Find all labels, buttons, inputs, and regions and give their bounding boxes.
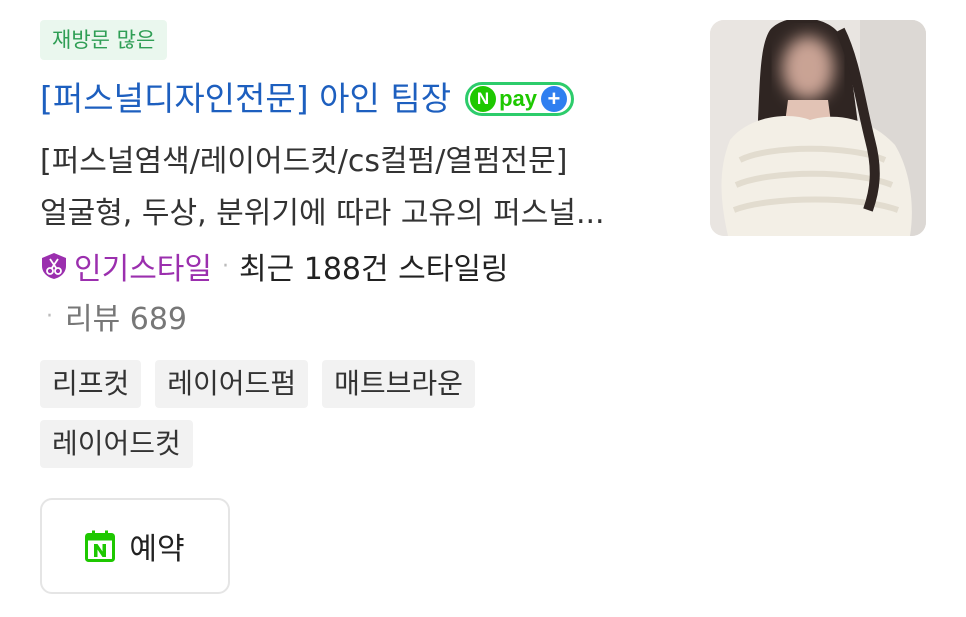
tag-chip[interactable]: 레이어드컷 — [40, 420, 193, 468]
review-row: · 리뷰 689 — [46, 292, 187, 340]
revisit-badge: 재방문 많은 — [40, 20, 168, 60]
separator-dot: · — [46, 303, 53, 329]
npay-plus-icon: N pay + — [465, 82, 574, 116]
npay-text: pay — [499, 86, 537, 111]
review-count[interactable]: 리뷰 689 — [65, 294, 187, 338]
naver-calendar-icon — [85, 530, 116, 562]
plus-icon: + — [540, 86, 567, 112]
npay-n-mark: N — [470, 86, 497, 112]
separator-dot: · — [222, 253, 229, 279]
reserve-button[interactable]: 예약 — [40, 498, 230, 594]
shop-title-link[interactable]: [퍼스널디자인전문] 아인 팀장 — [40, 74, 451, 124]
tag-chip[interactable]: 매트브라운 — [322, 360, 475, 408]
tag-chip[interactable]: 레이어드펌 — [155, 360, 309, 408]
shop-thumbnail-image[interactable] — [710, 20, 926, 236]
reserve-label: 예약 — [129, 532, 185, 567]
style-tags: 리프컷 레이어드펌 매트브라운 레이어드컷 — [40, 360, 600, 468]
recent-styling-count: 최근 188건 스타일링 — [239, 252, 509, 287]
tag-chip[interactable]: 리프컷 — [40, 360, 142, 408]
popular-style-label: 인기스타일 — [74, 252, 212, 287]
description-line-2: 얼굴형, 두상, 분위기에 따라 고유의 퍼스널... — [40, 196, 605, 231]
scissors-shield-icon — [42, 253, 66, 279]
title-row: [퍼스널디자인전문] 아인 팀장 N pay + — [40, 74, 574, 124]
stats-row: 인기스타일 · 최근 188건 스타일링 — [40, 242, 509, 290]
stylist-photo — [710, 20, 926, 236]
shop-description: [퍼스널염색/레이어드컷/cs컬펌/열펌전문] 얼굴형, 두상, 분위기에 따라… — [40, 136, 680, 240]
description-line-1: [퍼스널염색/레이어드컷/cs컬펌/열펌전문] — [40, 144, 568, 179]
